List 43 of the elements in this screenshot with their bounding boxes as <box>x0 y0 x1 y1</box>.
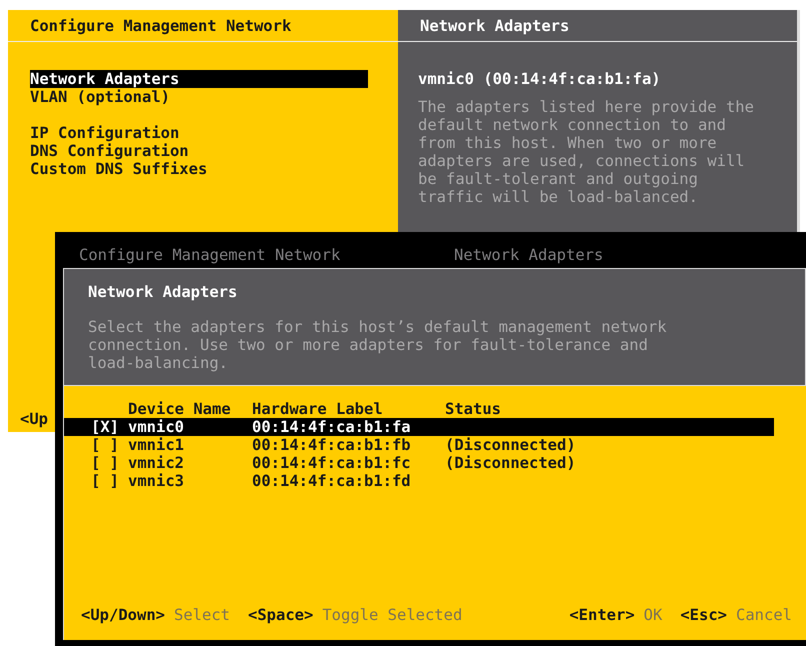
key-label: <Up/Down> <box>81 606 165 624</box>
dialog-description: Select the adapters for this host’s default management network connection. Use two or more adapters for fault-tolerance and load-balancing. <box>88 318 668 372</box>
menu-item[interactable]: VLAN (optional) <box>30 88 368 106</box>
adapter-row[interactable]: [ ] vmnic1 00:14:4f:ca:b1:fb (Disconnected) <box>64 436 806 454</box>
adapter-heading: vmnic0 (00:14:4f:ca:b1:fa) <box>417 69 662 88</box>
menu-item[interactable]: DNS Configuration <box>30 142 368 160</box>
checkbox[interactable]: [X] <box>91 418 128 436</box>
key-action: Cancel <box>736 606 792 624</box>
column-header: Hardware Label <box>252 400 384 418</box>
breadcrumb-text: Configure Management Network <box>79 246 342 266</box>
column-header: Status <box>445 400 502 418</box>
adapter-row[interactable]: [ ] vmnic2 00:14:4f:ca:b1:fc (Disconnected) <box>64 454 806 472</box>
checkbox[interactable]: [ ] <box>91 436 128 454</box>
adapter-row[interactable]: [X] vmnic0 00:14:4f:ca:b1:fa <box>64 418 774 436</box>
column-header: Device Name <box>128 400 232 418</box>
menu-item[interactable]: Custom DNS Suffixes <box>30 160 368 178</box>
table-cell-text: 00:14:4f:ca:b1:fc <box>252 454 412 472</box>
key-label: <Enter> <box>569 606 635 624</box>
menu-item[interactable]: IP Configuration <box>30 124 368 142</box>
checkbox[interactable]: [ ] <box>91 472 128 490</box>
dialog-title: Network Adapters <box>88 283 238 301</box>
table-cell-text: vmnic2 <box>128 454 185 472</box>
key-action: Select <box>174 606 230 624</box>
panel-title: Network Adapters <box>420 17 570 35</box>
breadcrumb-text: Network Adapters <box>454 246 604 266</box>
key-action: Toggle Selected <box>322 606 462 624</box>
menu-item[interactable]: Network Adapters <box>30 70 368 88</box>
key-label: <Esc> <box>680 606 727 624</box>
table-cell-text: vmnic0 <box>128 418 185 436</box>
table-cell-text: 00:14:4f:ca:b1:fa <box>252 418 412 436</box>
adapter-row[interactable]: [ ] vmnic3 00:14:4f:ca:b1:fd <box>64 472 806 490</box>
table-cell-text: (Disconnected) <box>445 436 577 454</box>
table-cell-text: vmnic3 <box>128 472 185 490</box>
checkbox[interactable]: [ ] <box>91 454 128 472</box>
screen-title: Configure Management Network <box>30 17 292 35</box>
table-cell-text: vmnic1 <box>128 436 185 454</box>
table-cell-text: 00:14:4f:ca:b1:fd <box>252 472 412 490</box>
key-hint: <Up <box>20 410 48 428</box>
adapter-description: The adapters listed here provide the default network connection to and from this host. When two or more adapters are used, connections will be fault-tolerant and outgoing traffic will be load-balanced. <box>418 98 755 206</box>
table-cell-text: 00:14:4f:ca:b1:fb <box>252 436 412 454</box>
table-cell-text: (Disconnected) <box>445 454 577 472</box>
key-action: OK <box>644 606 662 624</box>
key-label: <Space> <box>248 606 314 624</box>
